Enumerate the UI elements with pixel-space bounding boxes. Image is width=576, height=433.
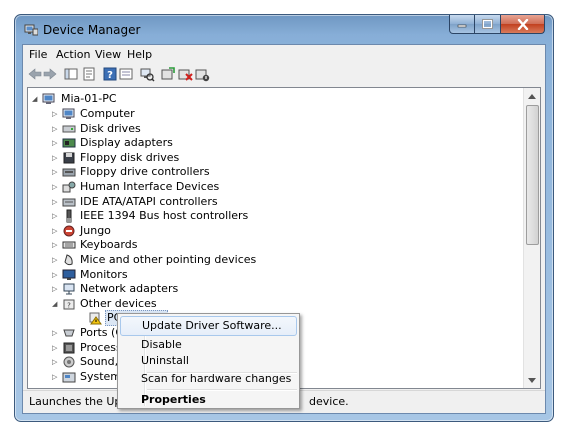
tree-item-label: Keyboards	[80, 238, 138, 252]
window-title: Device Manager	[43, 23, 141, 37]
mouse-icon	[64, 254, 73, 266]
view-icon[interactable]	[118, 66, 134, 82]
properties-item[interactable]: Properties	[120, 390, 297, 410]
scroll-up-icon	[528, 93, 536, 99]
menu-help[interactable]: Help	[127, 48, 152, 61]
caption-buttons	[449, 15, 545, 34]
close-icon	[517, 18, 528, 30]
collapse-arrow-icon[interactable]: ◢	[52, 297, 60, 311]
uninstall-icon[interactable]	[177, 66, 193, 82]
maximize-icon	[482, 19, 493, 29]
scroll-thumb[interactable]	[526, 105, 539, 245]
help-icon[interactable]: ?	[102, 66, 118, 82]
expand-arrow-icon[interactable]: ▷	[52, 195, 60, 209]
tree-root-label: Mia-01-PC	[61, 92, 117, 105]
update-driver-icon[interactable]	[160, 66, 176, 82]
expand-arrow-icon[interactable]: ▷	[52, 355, 60, 369]
vertical-scrollbar[interactable]	[523, 88, 540, 388]
expand-arrow-icon[interactable]: ▷	[52, 165, 60, 179]
properties-icon[interactable]	[81, 66, 97, 82]
computer-icon	[42, 93, 55, 104]
expand-arrow-icon[interactable]: ▷	[52, 326, 60, 340]
floppy-icon	[63, 152, 75, 164]
tree-item-label: Computer	[80, 107, 135, 120]
expand-arrow-icon[interactable]: ▷	[52, 253, 60, 267]
warning-device-icon	[89, 312, 102, 325]
collapse-arrow-icon[interactable]: ◢	[32, 92, 40, 106]
tree-item-label: IEEE 1394 Bus host controllers	[80, 209, 249, 223]
expand-arrow-icon[interactable]: ▷	[52, 122, 60, 136]
title-bar[interactable]: Device Manager	[15, 15, 553, 43]
sound-icon	[63, 356, 75, 368]
svg-text:?: ?	[67, 301, 71, 309]
ieee1394-icon	[66, 209, 72, 223]
menu-view[interactable]: View	[95, 48, 121, 61]
tree-item-label: Human Interface Devices	[80, 180, 220, 193]
minimize-button[interactable]	[449, 15, 475, 34]
expand-arrow-icon[interactable]: ▷	[52, 136, 60, 150]
back-arrow-icon[interactable]	[27, 66, 43, 82]
other-devices-icon: ?	[63, 299, 75, 310]
ports-icon	[63, 329, 75, 337]
uninstall-item[interactable]: Uninstall	[120, 351, 297, 371]
disable-device-icon[interactable]	[194, 66, 210, 82]
device-manager-icon	[24, 24, 38, 36]
update-driver-software-item[interactable]: Update Driver Software...	[120, 316, 297, 336]
ide-controller-icon	[62, 198, 76, 207]
tree-item-label: Floppy disk drives	[80, 150, 180, 164]
tree-item-label: Jungo	[80, 223, 111, 237]
expand-arrow-icon[interactable]: ▷	[52, 224, 60, 238]
system-devices-icon	[62, 372, 76, 383]
scan-for-hardware-changes-item[interactable]: Scan for hardware changes	[120, 369, 297, 389]
expand-arrow-icon[interactable]: ▷	[52, 370, 60, 384]
expand-arrow-icon[interactable]: ▷	[52, 282, 60, 296]
menu-file[interactable]: File	[29, 48, 47, 61]
keyboard-icon	[62, 241, 76, 249]
toolbar: ?	[23, 63, 545, 85]
expand-arrow-icon[interactable]: ▷	[52, 107, 60, 121]
display-adapter-icon	[62, 138, 76, 148]
processor-icon	[63, 342, 75, 354]
expand-arrow-icon[interactable]: ▷	[52, 209, 60, 223]
menu-bar: File Action View Help	[23, 45, 545, 63]
menu-action[interactable]: Action	[56, 48, 90, 61]
svg-text:?: ?	[107, 70, 113, 81]
forward-arrow-icon[interactable]	[42, 66, 58, 82]
maximize-button[interactable]	[475, 15, 501, 34]
status-text-tail: device.	[309, 395, 349, 408]
tree-item-label: Disk drives	[80, 121, 141, 135]
context-menu: Update Driver Software... Disable Uninst…	[117, 313, 300, 409]
monitor-icon	[62, 269, 76, 280]
hid-icon	[62, 181, 76, 193]
expand-arrow-icon[interactable]: ▷	[52, 180, 60, 194]
scroll-up-button[interactable]	[524, 88, 540, 104]
tree-item-label: IDE ATA/ATAPI controllers	[80, 194, 218, 208]
expand-arrow-icon[interactable]: ▷	[52, 341, 60, 355]
tree-item-label: Mice and other pointing devices	[80, 253, 257, 266]
jungo-icon	[63, 225, 75, 237]
expand-arrow-icon[interactable]: ▷	[52, 151, 60, 165]
tree-item-label: Network adapters	[80, 282, 179, 296]
show-hide-console-tree-icon[interactable]	[63, 66, 79, 82]
disk-drive-icon	[62, 125, 76, 133]
expand-arrow-icon[interactable]: ▷	[52, 268, 60, 282]
expand-arrow-icon[interactable]: ▷	[52, 238, 60, 252]
close-button[interactable]	[501, 15, 545, 34]
scan-hardware-icon[interactable]	[139, 66, 155, 82]
tree-item-label: Other devices	[80, 296, 157, 310]
tree-item-label: Display adapters	[80, 136, 173, 150]
scroll-down-button[interactable]	[524, 372, 540, 388]
computer-icon	[62, 108, 75, 119]
scroll-down-icon	[528, 377, 536, 383]
floppy-controller-icon	[62, 168, 76, 177]
minimize-icon	[457, 24, 467, 28]
tree-item-label: Floppy drive controllers	[80, 165, 210, 179]
tree-item-label: Monitors	[80, 267, 128, 281]
network-adapter-icon	[63, 283, 75, 295]
